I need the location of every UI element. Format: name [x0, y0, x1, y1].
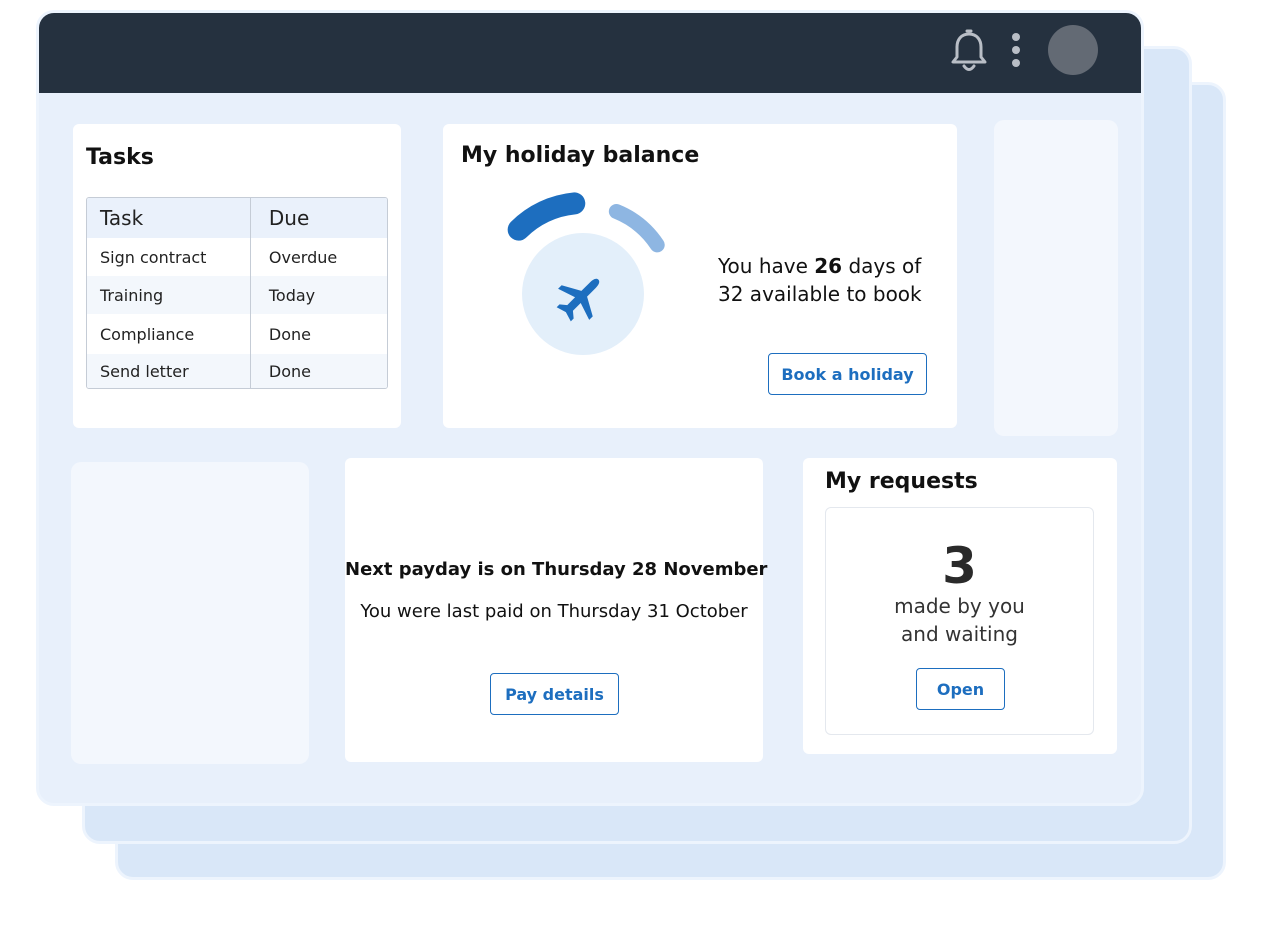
dashboard-window: Tasks Task Due Sign contract Overdue Tra…	[36, 10, 1144, 806]
task-name: Training	[87, 276, 251, 314]
payday-card: Next payday is on Thursday 28 November Y…	[345, 458, 768, 762]
requests-count: 3	[942, 537, 977, 595]
table-row[interactable]: Sign contract Overdue	[87, 238, 387, 276]
column-header-due: Due	[268, 206, 310, 230]
book-holiday-button[interactable]: Book a holiday	[768, 353, 927, 395]
placeholder-card-left	[71, 462, 309, 764]
task-name: Send letter	[87, 354, 251, 388]
ring-used-arc	[507, 192, 586, 241]
task-name: Sign contract	[87, 238, 251, 276]
table-row[interactable]: Training Today	[87, 276, 387, 314]
holiday-days-available: 26	[814, 254, 843, 278]
task-due: Done	[268, 361, 311, 381]
top-bar	[39, 13, 1141, 93]
holiday-balance-card: My holiday balance You have 26 days of 3…	[443, 124, 957, 428]
requests-label: made by you and waiting	[826, 592, 1093, 648]
open-requests-button[interactable]: Open	[916, 668, 1005, 710]
requests-card: My requests 3 made by you and waiting Op…	[803, 458, 1117, 754]
holiday-text-prefix: You have	[718, 254, 815, 278]
avatar[interactable]	[1048, 25, 1098, 75]
pay-details-button[interactable]: Pay details	[490, 673, 619, 715]
tasks-title: Tasks	[86, 145, 154, 170]
tasks-card: Tasks Task Due Sign contract Overdue Tra…	[73, 124, 401, 428]
holiday-balance-text: You have 26 days of 32 available to book	[718, 252, 948, 308]
kebab-menu-icon[interactable]	[1009, 32, 1023, 72]
task-due: Done	[268, 324, 311, 344]
placeholder-card-right	[994, 120, 1118, 436]
tasks-table: Task Due Sign contract Overdue Training …	[86, 197, 388, 389]
last-paid-text: You were last paid on Thursday 31 Octobe…	[360, 601, 748, 622]
table-row[interactable]: Send letter Done	[87, 354, 387, 388]
requests-label-text: made by you and waiting	[894, 594, 1025, 646]
requests-title: My requests	[825, 469, 978, 494]
holiday-balance-ring	[507, 192, 665, 355]
tasks-table-header: Task Due	[87, 198, 387, 238]
table-row[interactable]: Compliance Done	[87, 314, 387, 354]
ring-remaining-arc	[608, 203, 665, 253]
payday-title: Next payday is on Thursday 28 November	[345, 559, 768, 580]
task-name: Compliance	[87, 314, 251, 354]
bell-icon[interactable]	[949, 29, 989, 75]
task-due: Overdue	[268, 247, 338, 267]
task-due: Today	[268, 285, 316, 305]
holiday-title: My holiday balance	[461, 143, 700, 168]
requests-summary-box: 3 made by you and waiting Open	[825, 507, 1094, 735]
column-header-task: Task	[87, 198, 251, 238]
